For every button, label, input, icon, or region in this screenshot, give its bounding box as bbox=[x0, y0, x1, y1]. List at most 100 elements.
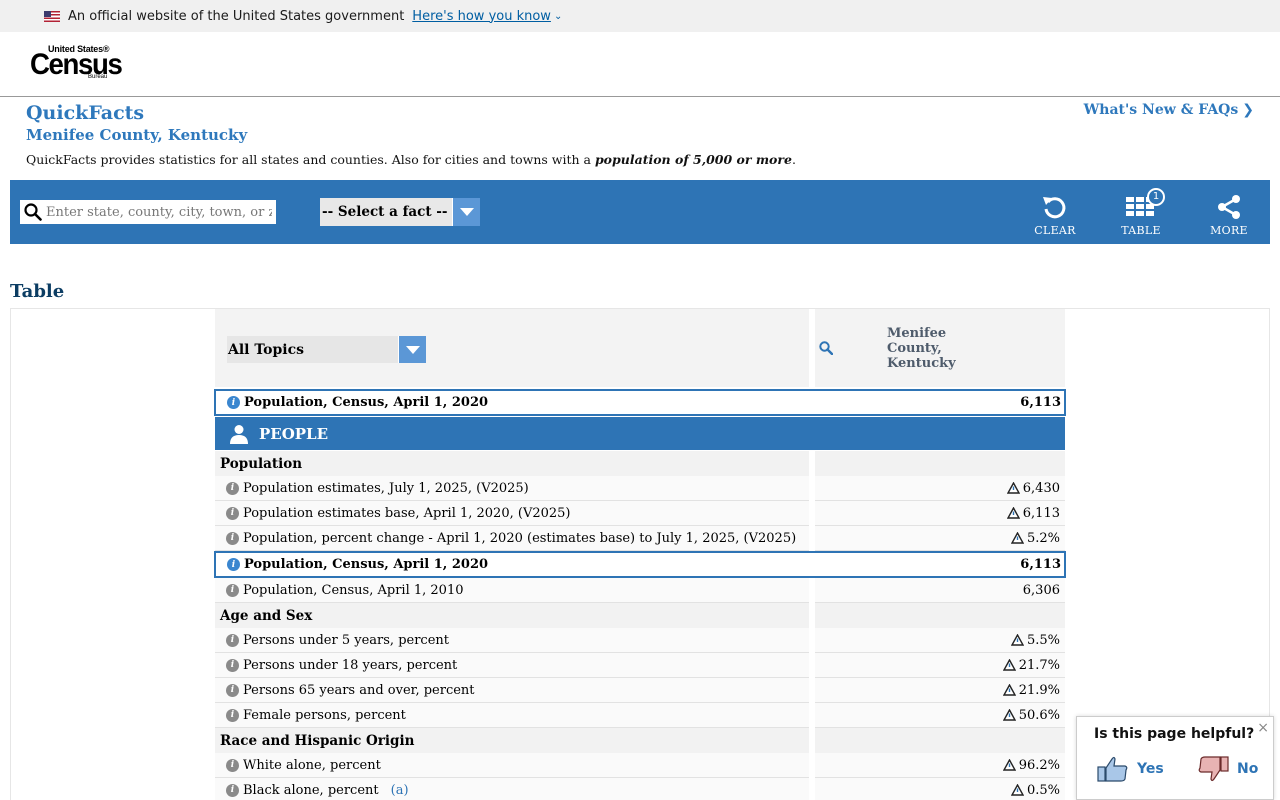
share-icon bbox=[1218, 195, 1240, 219]
table-row[interactable]: i Persons under 5 years, percent 5.5% bbox=[215, 628, 1065, 653]
caret-down-icon bbox=[459, 208, 474, 216]
page-description: QuickFacts provides statistics for all s… bbox=[26, 152, 796, 167]
category-row-age-sex: Age and Sex bbox=[215, 603, 1065, 628]
toolbar: -- Select a fact -- CLEAR 1 TABLE MORE bbox=[10, 180, 1270, 244]
logo-census: Census bbox=[30, 48, 123, 81]
warning-icon[interactable] bbox=[1010, 532, 1024, 544]
info-icon[interactable]: i bbox=[227, 396, 240, 409]
row-label: Population, Census, April 1, 2020 bbox=[244, 395, 489, 410]
column-title: Menifee County, Kentucky bbox=[887, 326, 956, 371]
highlighted-row[interactable]: i Population, Census, April 1, 2020 6,113 bbox=[214, 551, 1066, 578]
row-label: Persons under 5 years, percent bbox=[243, 632, 449, 648]
more-label: MORE bbox=[1210, 224, 1248, 237]
census-logo[interactable]: United States® Census Bureau bbox=[30, 44, 123, 82]
table-row[interactable]: i Population, percent change - April 1, 2… bbox=[215, 526, 1065, 551]
fact-select[interactable]: -- Select a fact -- bbox=[320, 198, 480, 226]
info-icon[interactable]: i bbox=[226, 683, 239, 697]
row-value: 50.6% bbox=[1018, 707, 1060, 723]
category-label: Race and Hispanic Origin bbox=[215, 728, 809, 753]
table-row[interactable]: i Persons 65 years and over, percent 21.9… bbox=[215, 678, 1065, 703]
row-value: 21.7% bbox=[1018, 657, 1060, 673]
info-icon[interactable]: i bbox=[226, 481, 239, 495]
info-icon[interactable]: i bbox=[226, 783, 239, 797]
info-icon[interactable]: i bbox=[226, 583, 239, 597]
row-value: 6,113 bbox=[1022, 505, 1060, 521]
clear-label: CLEAR bbox=[1034, 224, 1076, 237]
warning-icon[interactable] bbox=[1010, 634, 1024, 646]
feedback-question: Is this page helpful? bbox=[1094, 726, 1255, 742]
info-icon[interactable]: i bbox=[226, 531, 239, 545]
topics-select[interactable]: All Topics bbox=[227, 336, 426, 363]
description-prefix: QuickFacts provides statistics for all s… bbox=[26, 152, 595, 167]
table-row[interactable]: i Black alone, percent (a) 0.5% bbox=[215, 778, 1065, 800]
search-box[interactable] bbox=[20, 200, 276, 224]
table-row[interactable]: i Population, Census, April 1, 2010 6,306 bbox=[215, 578, 1065, 603]
table-button[interactable]: 1 TABLE bbox=[1111, 188, 1171, 237]
table-row[interactable]: i Population estimates, July 1, 2025, (V2… bbox=[215, 476, 1065, 501]
table-row[interactable]: i White alone, percent 96.2% bbox=[215, 753, 1065, 778]
search-icon bbox=[24, 203, 42, 221]
category-value-cell bbox=[815, 451, 1065, 476]
row-label: White alone, percent bbox=[243, 757, 381, 773]
footnote-link[interactable]: (a) bbox=[391, 783, 409, 798]
warning-icon[interactable] bbox=[1002, 684, 1016, 696]
gov-banner-text: An official website of the United States… bbox=[68, 8, 405, 24]
row-value: 6,306 bbox=[1022, 582, 1060, 598]
category-label: Population bbox=[215, 451, 809, 476]
warning-icon[interactable] bbox=[1002, 709, 1016, 721]
table-row[interactable]: i Female persons, percent 50.6% bbox=[215, 703, 1065, 728]
row-value: 0.5% bbox=[1026, 782, 1060, 798]
topics-dropdown-button[interactable] bbox=[398, 336, 426, 363]
people-section-band[interactable]: PEOPLE bbox=[215, 417, 1065, 450]
table-row[interactable]: i Persons under 18 years, percent 21.7% bbox=[215, 653, 1065, 678]
warning-icon[interactable] bbox=[1002, 759, 1016, 771]
warning-icon[interactable] bbox=[1002, 659, 1016, 671]
row-value: 21.9% bbox=[1018, 682, 1060, 698]
person-icon bbox=[230, 424, 248, 444]
more-button[interactable]: MORE bbox=[1199, 192, 1259, 237]
feedback-no-button[interactable]: No bbox=[1197, 755, 1258, 783]
category-value-cell bbox=[815, 603, 1065, 628]
feedback-yes-button[interactable]: Yes bbox=[1097, 755, 1164, 783]
clear-button[interactable]: CLEAR bbox=[1025, 192, 1085, 237]
warning-icon[interactable] bbox=[1010, 784, 1024, 796]
info-icon[interactable]: i bbox=[226, 633, 239, 647]
pinned-row[interactable]: i Population, Census, April 1, 2020 6,113 bbox=[214, 389, 1066, 416]
table-heading: Table bbox=[10, 281, 65, 302]
fact-select-label: -- Select a fact -- bbox=[322, 204, 448, 220]
heres-how-you-know-label: Here's how you know bbox=[412, 8, 551, 24]
heres-how-you-know-link[interactable]: Here's how you know ⌄ bbox=[412, 9, 562, 24]
whats-new-link[interactable]: What's New & FAQs ❯ bbox=[1084, 102, 1254, 118]
row-label: Population, Census, April 1, 2010 bbox=[243, 582, 464, 598]
row-value: 5.5% bbox=[1026, 632, 1060, 648]
warning-icon[interactable] bbox=[1006, 482, 1020, 494]
refresh-icon bbox=[1043, 197, 1066, 219]
description-suffix: . bbox=[791, 152, 796, 167]
table-label: TABLE bbox=[1121, 224, 1161, 237]
row-label: Population estimates base, April 1, 2020… bbox=[243, 505, 571, 521]
page-title[interactable]: QuickFacts bbox=[26, 102, 144, 124]
info-icon[interactable]: i bbox=[227, 558, 240, 571]
info-icon[interactable]: i bbox=[226, 658, 239, 672]
whats-new-label: What's New & FAQs bbox=[1083, 102, 1239, 118]
info-icon[interactable]: i bbox=[226, 708, 239, 722]
search-input[interactable] bbox=[46, 204, 272, 220]
table-count-badge: 1 bbox=[1147, 188, 1165, 206]
table-row[interactable]: i Population estimates base, April 1, 202… bbox=[215, 501, 1065, 526]
fact-select-dropdown-button[interactable] bbox=[452, 198, 480, 226]
category-row-population: Population bbox=[215, 451, 1065, 476]
column-search-icon[interactable] bbox=[819, 341, 833, 355]
info-icon[interactable]: i bbox=[226, 758, 239, 772]
row-label: Population estimates, July 1, 2025, (V20… bbox=[243, 480, 529, 496]
row-value: 6,113 bbox=[1020, 395, 1061, 410]
category-row-race: Race and Hispanic Origin bbox=[215, 728, 1065, 753]
warning-icon[interactable] bbox=[1006, 507, 1020, 519]
row-label: Population, Census, April 1, 2020 bbox=[244, 557, 489, 572]
row-label: Persons under 18 years, percent bbox=[243, 657, 458, 673]
description-emphasis: population of 5,000 or more bbox=[594, 152, 792, 167]
row-value: 5.2% bbox=[1026, 530, 1060, 546]
caret-down-icon bbox=[405, 345, 420, 354]
info-icon[interactable]: i bbox=[226, 506, 239, 520]
chevron-right-icon: ❯ bbox=[1242, 102, 1254, 118]
close-icon[interactable]: × bbox=[1257, 720, 1269, 736]
